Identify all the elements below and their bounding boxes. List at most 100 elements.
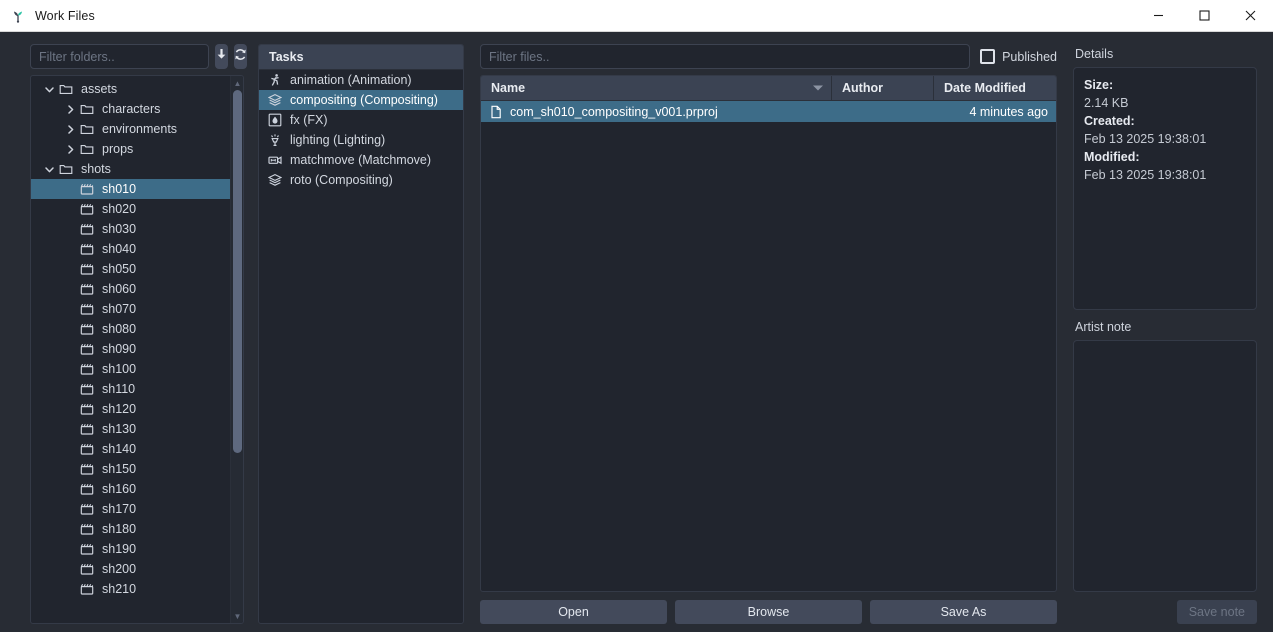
chevron-right-icon[interactable] — [60, 124, 80, 135]
task-list-item[interactable]: compositing (Compositing) — [259, 90, 463, 110]
files-table-body[interactable]: com_sh010_compositing_v001.prproj 4 minut… — [481, 101, 1056, 122]
artist-note-input[interactable] — [1073, 340, 1257, 592]
task-list-item-label: compositing (Compositing) — [290, 93, 438, 107]
save-as-button[interactable]: Save As — [870, 600, 1057, 624]
folder-tree-item-label: sh080 — [102, 322, 137, 336]
minimize-button[interactable] — [1135, 0, 1181, 32]
close-button[interactable] — [1227, 0, 1273, 32]
file-name-cell: com_sh010_compositing_v001.prproj — [481, 101, 832, 122]
folder-tree-item[interactable]: sh040 — [31, 239, 230, 259]
folder-tree-item[interactable]: sh120 — [31, 399, 230, 419]
folder-tree-item-label: sh190 — [102, 542, 137, 556]
folders-panel: assets characters environments props shots sh… — [8, 44, 250, 624]
folder-tree-scrollbar[interactable]: ▲ ▼ — [230, 76, 243, 623]
files-table-header: Name Author Date Modified — [481, 76, 1056, 101]
save-note-button[interactable]: Save note — [1176, 600, 1257, 624]
scrollbar-thumb[interactable] — [233, 90, 242, 453]
folder-tree-item[interactable]: sh050 — [31, 259, 230, 279]
folder-tree-item-label: sh170 — [102, 502, 137, 516]
folder-tree-container: assets characters environments props shots sh… — [30, 75, 244, 624]
task-list-item[interactable]: fx (FX) — [259, 110, 463, 130]
detail-key: Modified: — [1084, 150, 1140, 164]
folder-tree-item[interactable]: characters — [31, 99, 230, 119]
shot-icon — [80, 542, 99, 556]
tasks-list[interactable]: animation (Animation) compositing (Compos… — [259, 70, 463, 190]
folder-tree-item[interactable]: sh100 — [31, 359, 230, 379]
folder-tree-item-label: sh110 — [102, 382, 136, 396]
folder-tree-item-label: sh160 — [102, 482, 137, 496]
column-header-date[interactable]: Date Modified — [934, 76, 1056, 100]
published-checkbox-wrap[interactable]: Published — [980, 49, 1057, 64]
file-filter-input[interactable] — [480, 44, 971, 69]
shot-icon — [80, 422, 99, 436]
folder-tree-item-label: sh140 — [102, 442, 137, 456]
folder-tree-item[interactable]: sh080 — [31, 319, 230, 339]
file-date-cell: 4 minutes ago — [969, 104, 1048, 119]
detail-key: Size: — [1084, 78, 1114, 92]
folder-tree-item[interactable]: sh090 — [31, 339, 230, 359]
table-row[interactable]: com_sh010_compositing_v001.prproj 4 minut… — [481, 101, 1056, 122]
shot-icon — [80, 522, 99, 536]
folder-icon — [80, 142, 99, 156]
refresh-button[interactable] — [234, 44, 247, 69]
camera-icon — [267, 153, 283, 167]
scroll-down-icon[interactable]: ▼ — [231, 610, 243, 622]
folder-tree-item[interactable]: sh200 — [31, 559, 230, 579]
scroll-up-icon[interactable]: ▲ — [231, 77, 243, 89]
folder-tree[interactable]: assets characters environments props shots sh… — [31, 76, 230, 623]
task-list-item[interactable]: animation (Animation) — [259, 70, 463, 90]
open-button[interactable]: Open — [480, 600, 667, 624]
folder-tree-item[interactable]: sh060 — [31, 279, 230, 299]
folder-tree-item[interactable]: sh170 — [31, 499, 230, 519]
folder-tree-item[interactable]: sh210 — [31, 579, 230, 599]
chevron-down-icon[interactable] — [39, 164, 59, 175]
task-list-item[interactable]: lighting (Lighting) — [259, 130, 463, 150]
folder-tree-item[interactable]: shots — [31, 159, 230, 179]
expand-all-button[interactable] — [215, 44, 228, 69]
folder-tree-item[interactable]: sh140 — [31, 439, 230, 459]
column-header-author[interactable]: Author — [832, 76, 934, 100]
browse-button[interactable]: Browse — [675, 600, 862, 624]
chevron-right-icon[interactable] — [60, 104, 80, 115]
folder-tree-item-label: shots — [81, 162, 111, 176]
task-list-item[interactable]: roto (Compositing) — [259, 170, 463, 190]
folder-tree-item[interactable]: props — [31, 139, 230, 159]
folder-tree-item-label: sh180 — [102, 522, 137, 536]
layers-icon — [267, 173, 283, 187]
task-list-item-label: fx (FX) — [290, 113, 328, 127]
details-spacer — [1073, 310, 1257, 317]
folder-tree-item[interactable]: assets — [31, 79, 230, 99]
folder-tree-item[interactable]: sh010 — [31, 179, 230, 199]
layers-icon — [267, 93, 283, 107]
files-action-buttons: Open Browse Save As — [480, 600, 1057, 624]
folder-icon — [59, 162, 78, 176]
detail-value: Feb 13 2025 19:38:01 — [1084, 132, 1207, 146]
folder-tree-item[interactable]: sh020 — [31, 199, 230, 219]
task-list-item-label: animation (Animation) — [290, 73, 412, 87]
file-name-label: com_sh010_compositing_v001.prproj — [510, 104, 718, 119]
column-header-name[interactable]: Name — [481, 76, 832, 100]
folder-tree-item[interactable]: sh070 — [31, 299, 230, 319]
folder-tree-item[interactable]: sh110 — [31, 379, 230, 399]
shot-icon — [80, 382, 99, 396]
folder-tree-item-label: props — [102, 142, 134, 156]
chevron-right-icon[interactable] — [60, 144, 80, 155]
folder-tree-item[interactable]: sh160 — [31, 479, 230, 499]
folder-tree-item[interactable]: sh180 — [31, 519, 230, 539]
shot-icon — [80, 302, 99, 316]
folder-tree-item[interactable]: sh130 — [31, 419, 230, 439]
published-checkbox[interactable] — [980, 49, 996, 64]
detail-value: 2.14 KB — [1084, 96, 1129, 110]
shot-icon — [80, 482, 99, 496]
file-author-cell — [832, 101, 934, 122]
maximize-button[interactable] — [1181, 0, 1227, 32]
tasks-container: Tasks animation (Animation) compositing (… — [258, 44, 464, 624]
folder-tree-item[interactable]: environments — [31, 119, 230, 139]
folder-tree-item[interactable]: sh150 — [31, 459, 230, 479]
folder-tree-item-label: sh200 — [102, 562, 137, 576]
folder-tree-item[interactable]: sh030 — [31, 219, 230, 239]
task-list-item[interactable]: matchmove (Matchmove) — [259, 150, 463, 170]
folder-filter-input[interactable] — [30, 44, 209, 69]
chevron-down-icon[interactable] — [39, 84, 59, 95]
folder-tree-item[interactable]: sh190 — [31, 539, 230, 559]
